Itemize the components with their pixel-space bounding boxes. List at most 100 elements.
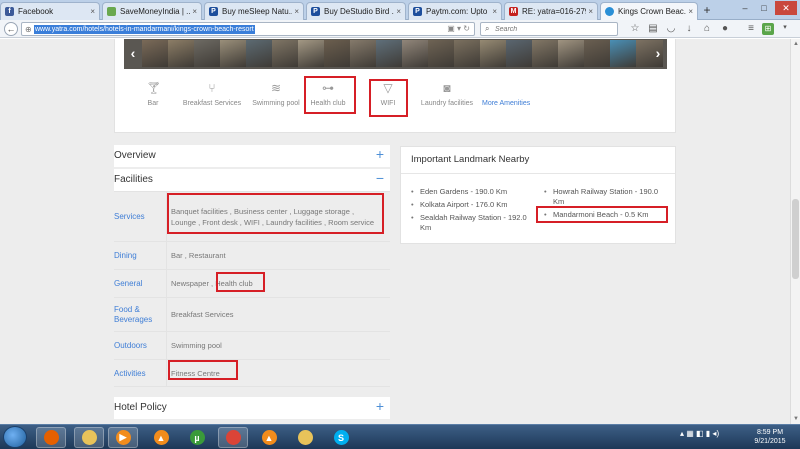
amenity-bar: 🍸︎ Bar — [146, 81, 162, 107]
chrome-icon — [225, 430, 241, 445]
extension-icon[interactable]: ⊞ — [762, 23, 774, 35]
photo-thumbnail[interactable] — [142, 40, 169, 67]
facilities-title: Facilities — [114, 174, 153, 185]
photo-thumbnail[interactable] — [194, 40, 221, 67]
table-row: Outdoors Swimming pool — [114, 331, 390, 359]
taskbar-firefox-button[interactable] — [36, 427, 66, 448]
plus-icon[interactable]: + — [376, 146, 384, 162]
chevron-down-icon[interactable]: ▾ — [778, 23, 792, 31]
tab-savemoneyindia[interactable]: SaveMoneyIndia | ... × — [102, 2, 202, 20]
facility-category: Outdoors — [114, 341, 147, 350]
browser-nav-bar: ← ⊕ www.yatra.com/hotels/hotels-in-manda… — [0, 20, 800, 38]
photo-thumbnail[interactable] — [454, 40, 481, 67]
photo-thumbnail[interactable] — [610, 40, 637, 67]
photo-thumbnail[interactable] — [168, 40, 195, 67]
url-text[interactable]: www.yatra.com/hotels/hotels-in-mandarman… — [34, 25, 255, 34]
scroll-up-icon[interactable]: ▲ — [791, 39, 800, 49]
reload-icon[interactable]: ▣ ▾ ↻ — [447, 24, 470, 33]
tab-destudio[interactable]: P Buy DeStudio Bird ... × — [306, 2, 406, 20]
photo-thumbnail[interactable] — [402, 40, 429, 67]
tab-kings-crown[interactable]: Kings Crown Beac... × — [600, 2, 698, 20]
landmarks-card: Important Landmark Nearby Eden Gardens -… — [400, 146, 676, 244]
pocket-icon[interactable]: ◡ — [664, 23, 678, 34]
photo-thumbnail[interactable] — [558, 40, 585, 67]
table-row: Dining Bar , Restaurant — [114, 241, 390, 269]
new-tab-button[interactable]: + — [700, 3, 714, 17]
yatra-icon — [605, 7, 614, 16]
photo-thumbnail[interactable] — [584, 40, 611, 67]
browser-tab-strip: f Facebook × SaveMoneyIndia | ... × P Bu… — [0, 0, 800, 20]
close-icon[interactable]: × — [492, 7, 497, 16]
taskbar-folder-button[interactable] — [290, 427, 320, 448]
overview-header[interactable]: Overview + — [114, 145, 390, 167]
maximize-button[interactable]: □ — [755, 1, 773, 15]
photo-thumbnail[interactable] — [324, 40, 351, 67]
close-icon[interactable]: × — [688, 7, 693, 16]
photo-thumbnail[interactable] — [246, 40, 273, 67]
photo-thumbnail[interactable] — [272, 40, 299, 67]
close-icon[interactable]: × — [90, 7, 95, 16]
scroll-down-icon[interactable]: ▼ — [791, 414, 800, 424]
page-scrollbar[interactable]: ▲ ▼ — [790, 39, 800, 424]
photo-thumbnail[interactable] — [428, 40, 455, 67]
facilities-header[interactable]: Facilities − — [114, 169, 390, 191]
photo-thumbnail[interactable] — [480, 40, 507, 67]
plus-icon[interactable]: + — [376, 398, 384, 414]
bookmark-star-icon[interactable]: ☆ — [628, 23, 642, 34]
hotel-policy-header[interactable]: Hotel Policy + — [114, 397, 390, 419]
tab-mesleep[interactable]: P Buy meSleep Natu... × — [204, 2, 304, 20]
url-bar[interactable]: ⊕ www.yatra.com/hotels/hotels-in-mandarm… — [21, 22, 475, 36]
home-icon[interactable]: ⌂ — [700, 23, 714, 34]
highlight-services — [167, 193, 384, 234]
photo-thumbnail[interactable] — [532, 40, 559, 67]
pepperfry-icon: P — [311, 7, 320, 16]
taskbar-skype-button[interactable]: S — [326, 427, 356, 448]
minus-icon[interactable]: − — [376, 170, 384, 186]
window-close-button[interactable]: ✕ — [775, 1, 797, 15]
start-button[interactable] — [3, 426, 27, 448]
taskbar-media-player-button[interactable]: ▶ — [108, 427, 138, 448]
menu-icon[interactable]: ≡ — [744, 23, 758, 34]
system-tray[interactable]: ▴ ▦ ◧ ▮ ◂) — [680, 429, 719, 438]
facebook-icon: f — [5, 7, 14, 16]
taskbar-utorrent-button[interactable]: µ — [182, 427, 212, 448]
download-icon[interactable]: ↓ — [682, 23, 696, 34]
close-icon[interactable]: × — [396, 7, 401, 16]
windows-taskbar: ▶ ▲ µ ▲ S ▴ ▦ ◧ ▮ ◂) 8:59 PM 9/21/2015 — [0, 424, 800, 449]
taskbar-chrome-button[interactable] — [218, 427, 248, 448]
photo-thumbnail[interactable] — [506, 40, 533, 67]
search-input[interactable] — [495, 24, 613, 35]
gallery-next-icon[interactable]: › — [651, 44, 665, 62]
photo-thumbnail[interactable] — [376, 40, 403, 67]
more-amenities-link[interactable]: More Amenities — [482, 100, 530, 107]
tab-gmail[interactable]: M RE: yatra=016-279-... × — [504, 2, 598, 20]
close-icon[interactable]: × — [192, 7, 197, 16]
photo-gallery[interactable]: ‹ › — [124, 39, 667, 69]
reading-list-icon[interactable]: ▤ — [646, 23, 660, 34]
photo-thumbnail[interactable] — [298, 40, 325, 67]
tab-label: Buy DeStudio Bird ... — [324, 7, 395, 16]
gallery-prev-icon[interactable]: ‹ — [126, 44, 140, 62]
tab-paytm[interactable]: P Paytm.com: Upto ... × — [408, 2, 502, 20]
close-icon[interactable]: × — [588, 7, 593, 16]
back-button[interactable]: ← — [4, 22, 18, 36]
skype-icon: S — [333, 430, 349, 445]
photo-thumbnail[interactable] — [350, 40, 377, 67]
taskbar-explorer-button[interactable] — [74, 427, 104, 448]
divider — [166, 332, 167, 359]
taskbar-vlc-2-button[interactable]: ▲ — [254, 427, 284, 448]
close-icon[interactable]: × — [294, 7, 299, 16]
photo-thumbnail[interactable] — [220, 40, 247, 67]
search-box[interactable]: ⌕ — [480, 22, 618, 36]
chat-icon[interactable]: ● — [718, 23, 732, 34]
tab-label: RE: yatra=016-279-... — [522, 7, 586, 16]
highlight-health-club — [304, 76, 356, 114]
highlight-wifi — [369, 79, 408, 117]
tab-label: Facebook — [18, 7, 54, 16]
taskbar-vlc-button[interactable]: ▲ — [146, 427, 176, 448]
tab-facebook[interactable]: f Facebook × — [0, 2, 100, 20]
clock[interactable]: 8:59 PM 9/21/2015 — [748, 428, 792, 446]
tab-label: Kings Crown Beac... — [618, 7, 687, 16]
minimize-button[interactable]: – — [736, 1, 754, 15]
scroll-thumb[interactable] — [792, 199, 799, 279]
